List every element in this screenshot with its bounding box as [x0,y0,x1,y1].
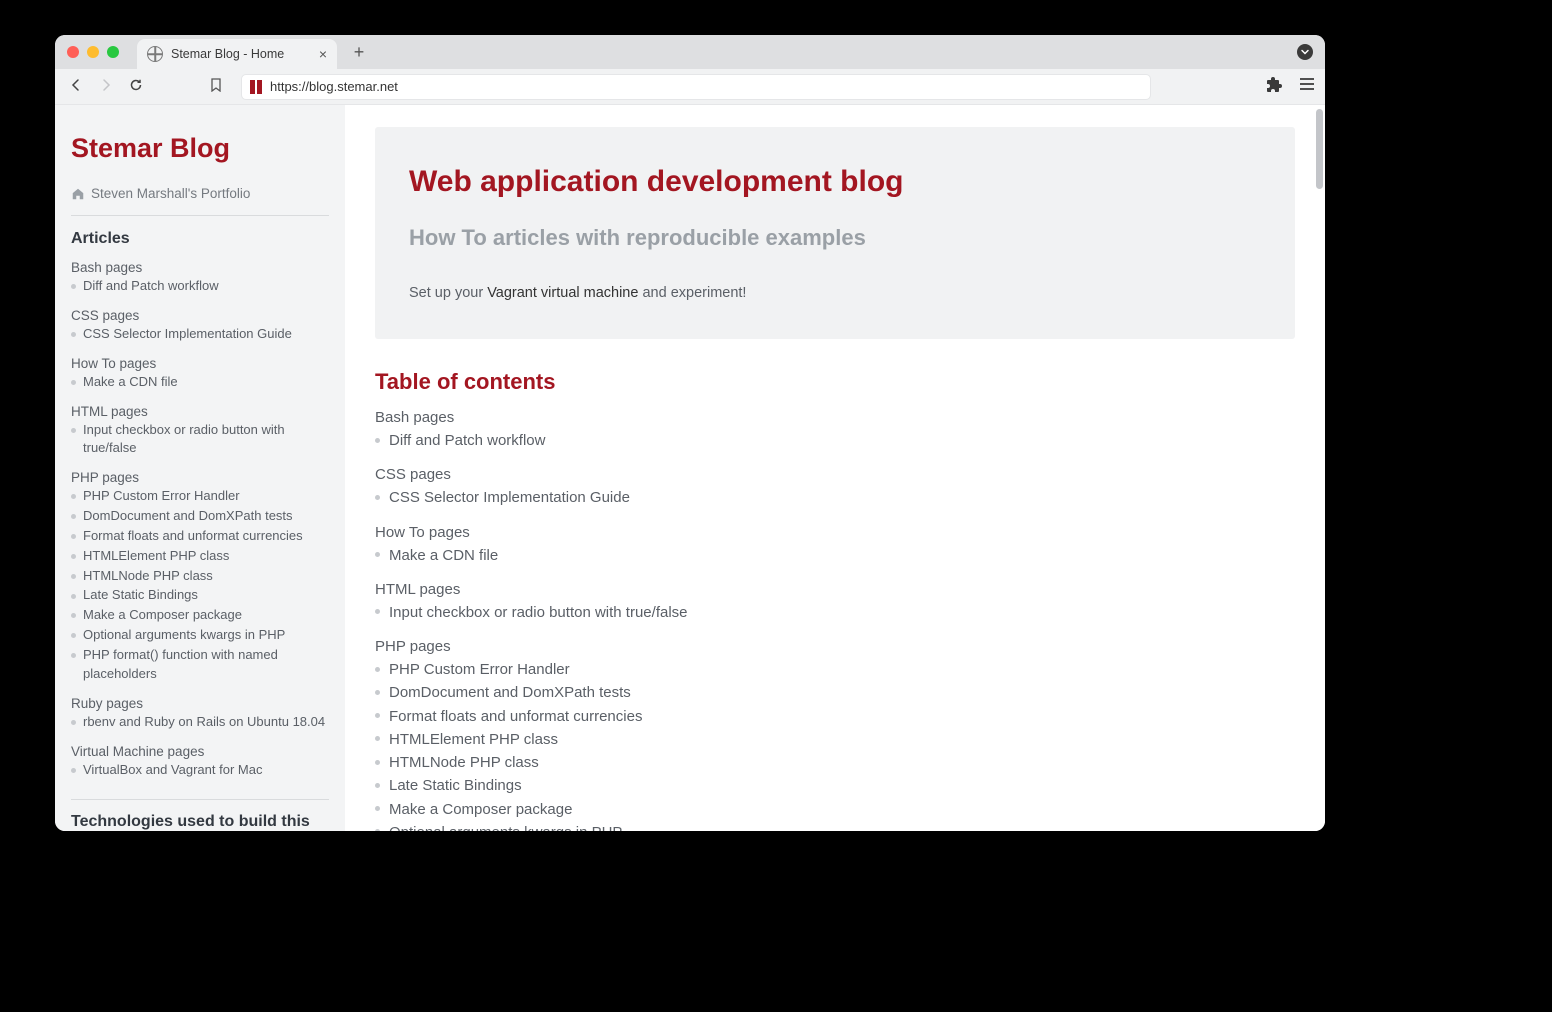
forward-button[interactable] [95,78,117,95]
address-bar[interactable]: https://blog.stemar.net [241,74,1151,100]
scrollbar-thumb[interactable] [1316,109,1323,189]
sidebar-article-link[interactable]: Format floats and unformat currencies [71,527,329,546]
sidebar-article-link[interactable]: HTMLNode PHP class [71,567,329,586]
url-text: https://blog.stemar.net [270,79,398,94]
window-controls [67,46,119,58]
maximize-window-button[interactable] [107,46,119,58]
site-favicon [250,80,262,94]
toc-article-link[interactable]: DomDocument and DomXPath tests [375,681,1295,704]
toc-article-link[interactable]: Make a CDN file [375,544,1295,567]
globe-icon [147,46,163,62]
sidebar: Stemar Blog Steven Marshall's Portfolio … [55,105,345,831]
toc-article-link[interactable]: PHP Custom Error Handler [375,658,1295,681]
toc-category[interactable]: How To pages [375,524,1295,541]
menu-button[interactable] [1299,77,1315,96]
sidebar-article-link[interactable]: Make a Composer package [71,606,329,625]
sidebar-article-link[interactable]: DomDocument and DomXPath tests [71,507,329,526]
toc-article-link[interactable]: Optional arguments kwargs in PHP [375,821,1295,831]
portfolio-link[interactable]: Steven Marshall's Portfolio [71,186,329,216]
sidebar-article-link[interactable]: CSS Selector Implementation Guide [71,325,329,344]
toolbar: https://blog.stemar.net [55,69,1325,105]
tab-overflow-button[interactable] [1297,44,1313,60]
reload-button[interactable] [125,78,147,95]
home-icon [71,187,85,201]
sidebar-article-link[interactable]: PHP Custom Error Handler [71,487,329,506]
sidebar-article-link[interactable]: rbenv and Ruby on Rails on Ubuntu 18.04 [71,713,329,732]
tech-heading: Technologies used to build this blog [71,812,329,831]
sidebar-article-link[interactable]: Diff and Patch workflow [71,277,329,296]
site-title[interactable]: Stemar Blog [71,133,329,164]
toc-category[interactable]: PHP pages [375,638,1295,655]
vagrant-link[interactable]: Vagrant virtual machine [487,285,638,301]
divider [71,799,329,800]
sidebar-category[interactable]: How To pages [71,356,329,371]
extensions-button[interactable] [1267,76,1283,97]
toc-category[interactable]: Bash pages [375,409,1295,426]
sidebar-category[interactable]: Bash pages [71,260,329,275]
hero-text: Set up your Vagrant virtual machine and … [409,285,1261,301]
browser-tab[interactable]: Stemar Blog - Home × [137,39,337,69]
toc-article-link[interactable]: CSS Selector Implementation Guide [375,486,1295,509]
sidebar-article-link[interactable]: Late Static Bindings [71,586,329,605]
articles-heading: Articles [71,230,329,248]
sidebar-article-link[interactable]: PHP format() function with named placeho… [71,646,329,684]
hero-title: Web application development blog [409,165,1261,199]
toc-article-link[interactable]: HTMLNode PHP class [375,751,1295,774]
toc-category[interactable]: HTML pages [375,581,1295,598]
back-button[interactable] [65,78,87,95]
sidebar-category[interactable]: HTML pages [71,404,329,419]
close-tab-button[interactable]: × [319,46,327,62]
sidebar-article-link[interactable]: HTMLElement PHP class [71,547,329,566]
sidebar-article-link[interactable]: VirtualBox and Vagrant for Mac [71,761,329,780]
hero-subtitle: How To articles with reproducible exampl… [409,225,1261,251]
close-window-button[interactable] [67,46,79,58]
sidebar-category[interactable]: Virtual Machine pages [71,744,329,759]
new-tab-button[interactable]: + [347,42,371,63]
browser-window: Stemar Blog - Home × + https://blog.stem… [55,35,1325,831]
content-area: Stemar Blog Steven Marshall's Portfolio … [55,105,1325,831]
toc-article-link[interactable]: HTMLElement PHP class [375,728,1295,751]
toc-heading: Table of contents [375,369,1295,395]
titlebar: Stemar Blog - Home × + [55,35,1325,69]
toc-article-link[interactable]: Input checkbox or radio button with true… [375,601,1295,624]
hero-section: Web application development blog How To … [375,127,1295,339]
toc-article-link[interactable]: Late Static Bindings [375,774,1295,797]
sidebar-article-link[interactable]: Optional arguments kwargs in PHP [71,626,329,645]
main-content: Web application development blog How To … [345,105,1325,831]
toc-article-link[interactable]: Make a Composer package [375,798,1295,821]
portfolio-label: Steven Marshall's Portfolio [91,186,250,201]
sidebar-category[interactable]: PHP pages [71,470,329,485]
tab-title: Stemar Blog - Home [171,47,284,61]
toc-article-link[interactable]: Diff and Patch workflow [375,429,1295,452]
toc-article-link[interactable]: Format floats and unformat currencies [375,705,1295,728]
minimize-window-button[interactable] [87,46,99,58]
sidebar-article-link[interactable]: Input checkbox or radio button with true… [71,421,329,459]
toc-category[interactable]: CSS pages [375,466,1295,483]
sidebar-category[interactable]: CSS pages [71,308,329,323]
sidebar-category[interactable]: Ruby pages [71,696,329,711]
bookmark-icon[interactable] [205,78,227,95]
sidebar-article-link[interactable]: Make a CDN file [71,373,329,392]
